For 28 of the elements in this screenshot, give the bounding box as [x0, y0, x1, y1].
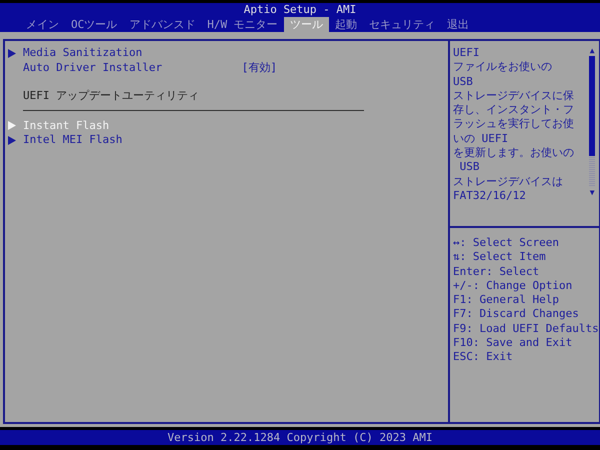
key-hint: ESC: Exit — [453, 350, 514, 365]
key-hint: ↔: Select Screen — [453, 236, 560, 250]
scroll-up-button[interactable]: ▲ — [590, 46, 595, 56]
setting-label[interactable]: Auto Driver Installer — [23, 60, 162, 75]
tab[interactable]: セキュリティ — [362, 17, 441, 32]
setting-value[interactable]: [有効] — [242, 60, 277, 75]
menu-item[interactable]: Media Sanitization — [23, 46, 142, 60]
tab[interactable]: OCツール — [65, 17, 124, 32]
key-hint: F9: Load UEFI Defaults — [453, 322, 599, 336]
help-text: UEFI ファイルをお使いの USB ストレージデバイスに保 存し、インスタント・フ ラッシュを実行してお使 いの UEFI を更新します。お使いの USB ストレージデバイスは FAT32/16/12 — [453, 46, 575, 204]
version-text: Version 2.22.1284 Copyright (C) 2023 AMI — [168, 431, 432, 444]
window-title: Aptio Setup - AMI — [244, 3, 356, 17]
scrollbar-thumb[interactable] — [589, 56, 596, 156]
key-hint: ⇅: Select Item — [453, 250, 547, 265]
key-hint: +/-: Change Option — [453, 278, 574, 294]
tab[interactable]: メイン — [20, 17, 65, 32]
tab[interactable]: H/W モニター — [201, 17, 284, 32]
tab[interactable]: 退出 — [440, 17, 475, 32]
key-hint: F10: Save and Exit — [453, 336, 574, 350]
tab[interactable]: アドバンスド — [123, 17, 202, 32]
tab[interactable]: 起動 — [328, 17, 363, 32]
section-heading: UEFI アップデートユーティリティ — [23, 89, 200, 104]
arrow-icon — [8, 48, 16, 58]
key-hint: F7: Discard Changes — [453, 307, 580, 322]
menu-item[interactable]: Intel MEI Flash — [23, 133, 122, 148]
key-hint: Enter: Select — [453, 264, 540, 279]
scroll-down-button[interactable]: ▼ — [590, 188, 595, 198]
key-hint: F1: General Help — [453, 293, 560, 308]
